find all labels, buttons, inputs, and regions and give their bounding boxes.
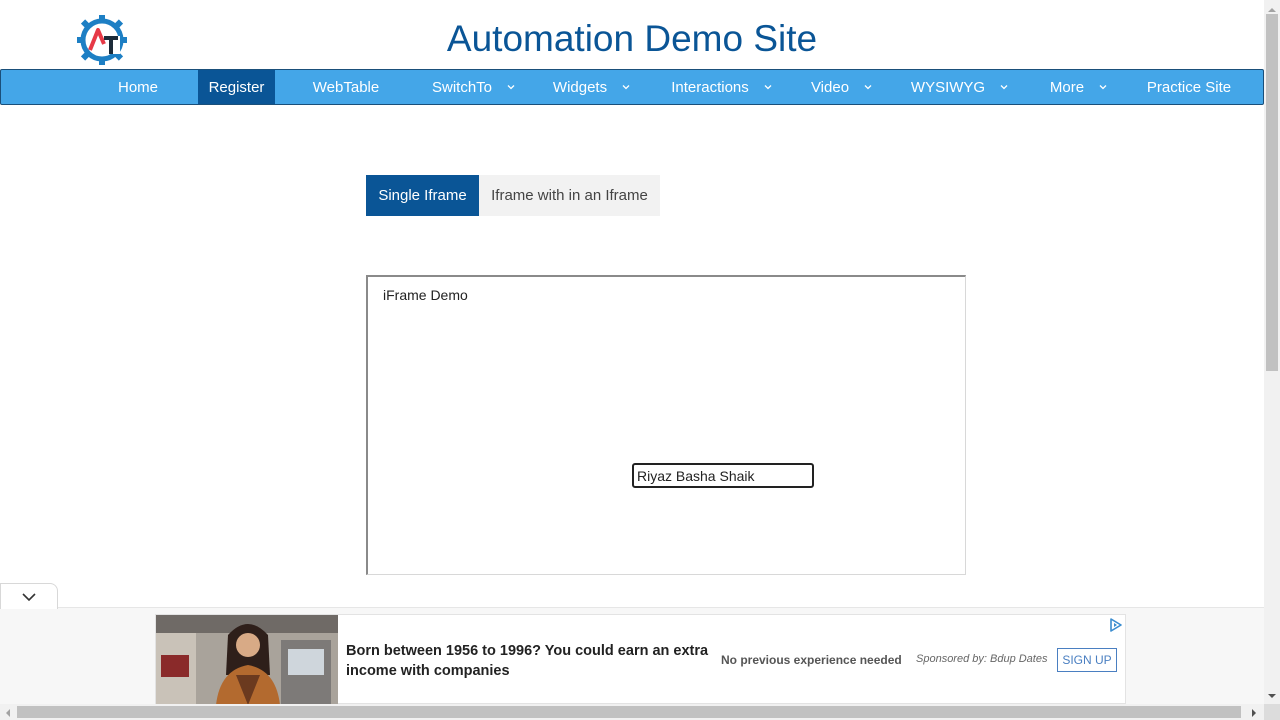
nav-label: WebTable — [312, 78, 380, 96]
adchoices-icon[interactable] — [1109, 618, 1123, 632]
nav-label: Home — [117, 78, 158, 96]
chevron-down-icon — [763, 82, 773, 92]
nav-interactions[interactable]: Interactions — [661, 70, 783, 104]
nav-video[interactable]: Video — [797, 70, 887, 104]
ad-image[interactable] — [156, 615, 338, 705]
ad-subtext: No previous experience needed — [721, 653, 902, 667]
tab-nested-iframe[interactable]: Iframe with in an Iframe — [479, 175, 660, 216]
nav-label: Register — [208, 78, 265, 96]
main-navbar: Home Register WebTable SwitchTo Widgets … — [0, 69, 1264, 105]
chevron-down-icon — [506, 82, 516, 92]
iframe-title: iFrame Demo — [383, 287, 468, 303]
iframe-text-input[interactable] — [632, 463, 814, 488]
nav-more[interactable]: More — [1037, 70, 1121, 104]
ad-signup-button[interactable]: SIGN UP — [1057, 648, 1117, 672]
nav-label: Video — [810, 78, 850, 96]
nav-widgets[interactable]: Widgets — [542, 70, 642, 104]
nav-label: Practice Site — [1146, 78, 1232, 96]
ad-sponsor: Sponsored by: Bdup Dates — [916, 653, 1048, 665]
nav-register[interactable]: Register — [198, 70, 275, 104]
nav-wysiwyg[interactable]: WYSIWYG — [901, 70, 1019, 104]
nav-label: Interactions — [671, 78, 749, 96]
chevron-down-icon — [621, 82, 631, 92]
nav-label: SwitchTo — [431, 78, 493, 96]
chevron-down-icon — [1098, 82, 1108, 92]
single-iframe: iFrame Demo — [366, 275, 966, 575]
scroll-right-arrow-icon[interactable] — [1249, 706, 1259, 718]
ad-collapse-button[interactable] — [0, 583, 58, 609]
nav-label: Widgets — [552, 78, 608, 96]
chevron-down-icon — [999, 82, 1009, 92]
nav-switchto[interactable]: SwitchTo — [419, 70, 529, 104]
nav-label: WYSIWYG — [910, 78, 986, 96]
ad-headline[interactable]: Born between 1956 to 1996? You could ear… — [346, 641, 716, 681]
scroll-up-arrow-icon[interactable] — [1266, 2, 1278, 12]
scroll-down-arrow-icon[interactable] — [1266, 688, 1278, 698]
tab-single-iframe[interactable]: Single Iframe — [366, 175, 479, 216]
nav-webtable[interactable]: WebTable — [299, 70, 393, 104]
nav-home[interactable]: Home — [96, 70, 180, 104]
chevron-down-icon — [863, 82, 873, 92]
nav-label: More — [1049, 78, 1085, 96]
site-title: Automation Demo Site — [446, 18, 818, 59]
ad-banner[interactable]: Born between 1956 to 1996? You could ear… — [155, 614, 1126, 705]
vertical-scroll-thumb[interactable] — [1266, 14, 1278, 371]
iframe-tabs: Single Iframe Iframe with in an Iframe — [366, 175, 660, 216]
scroll-left-arrow-icon[interactable] — [3, 706, 13, 718]
chevron-down-icon — [22, 592, 36, 601]
nav-practice-site[interactable]: Practice Site — [1137, 70, 1241, 104]
horizontal-scroll-thumb[interactable] — [17, 706, 1241, 718]
scrollbar-corner — [1264, 704, 1280, 720]
